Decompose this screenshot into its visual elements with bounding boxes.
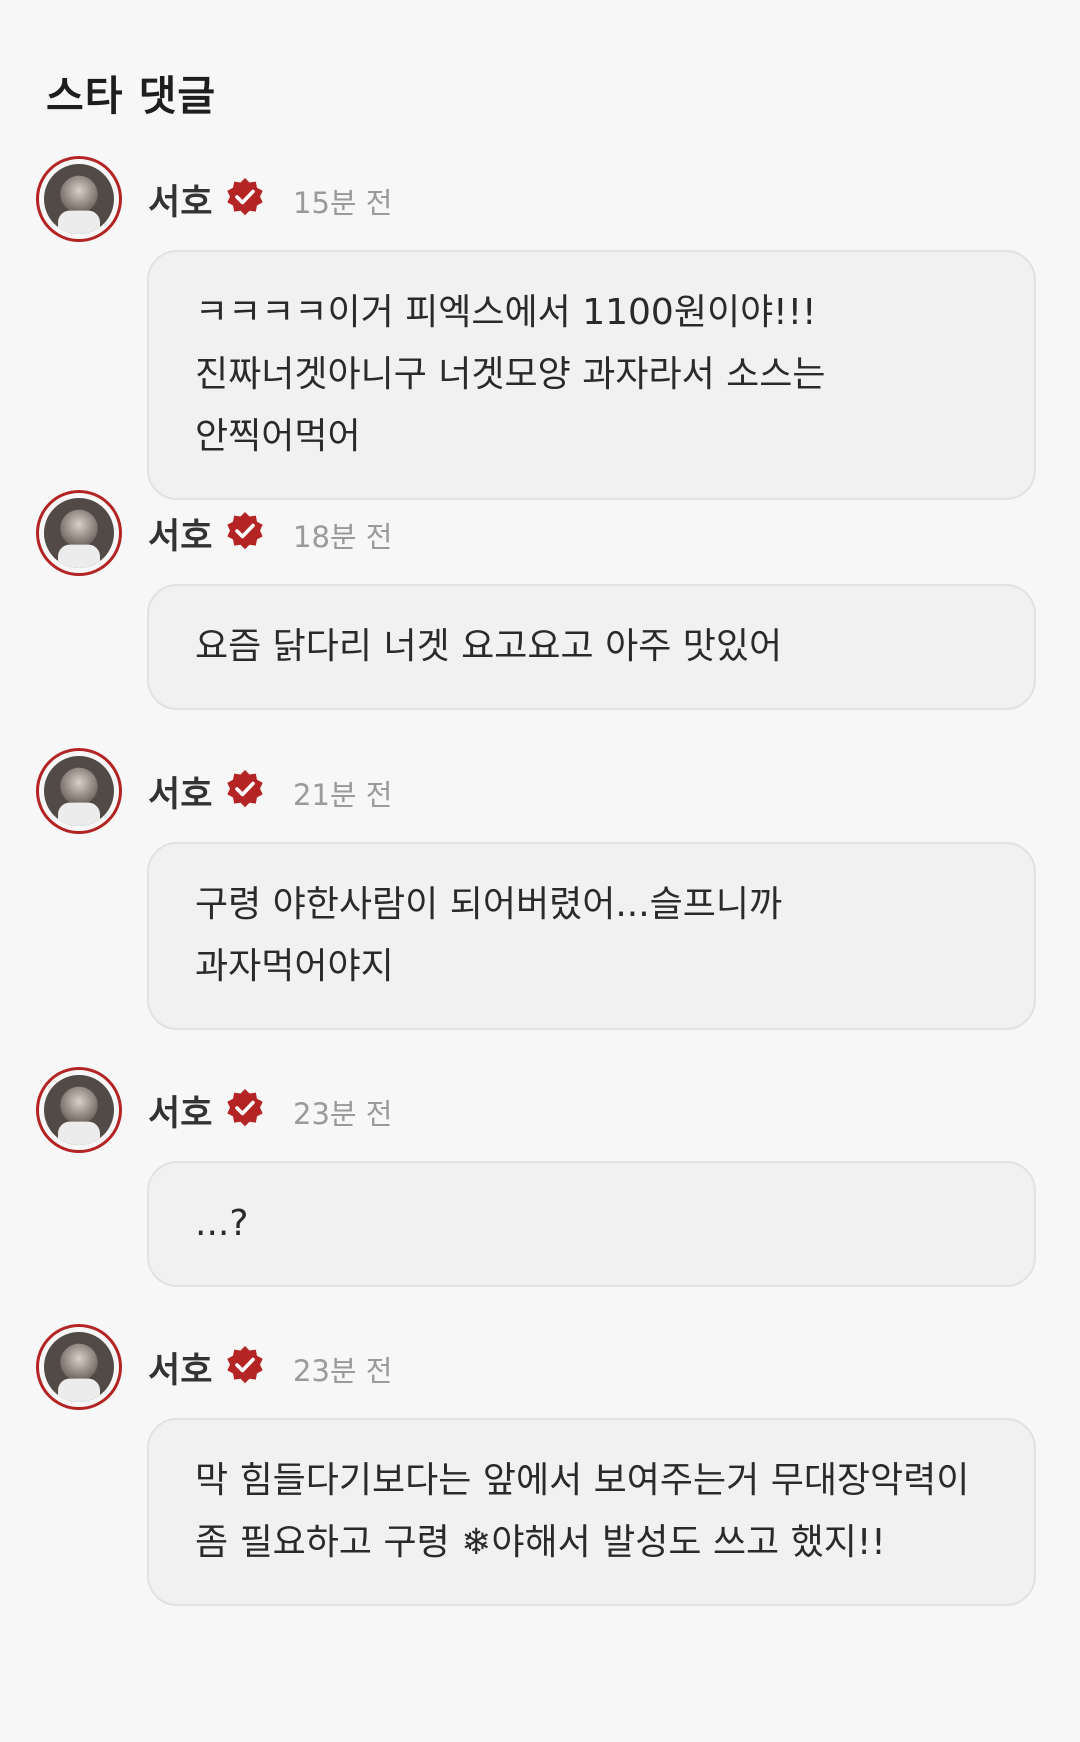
comment-item: 서호 23분 전 막 힘들다기보다는 앞에서 보여주는거 무대장악력이 좀 필요… [36,1324,1036,1606]
comment-item: 서호 15분 전 ㅋㅋㅋㅋ이거 피엑스에서 1100원이야!!! 진짜너겟아니구… [36,156,1036,500]
comment-header: 서호 18분 전 [36,490,1036,576]
author-name[interactable]: 서호 [148,508,212,559]
author-name[interactable]: 서호 [148,1342,212,1393]
verified-badge-icon [224,768,266,810]
comment-header: 서호 23분 전 [36,1324,1036,1410]
comment-bubble: 막 힘들다기보다는 앞에서 보여주는거 무대장악력이 좀 필요하고 구령 ❄야해… [147,1418,1036,1606]
star-comments-page: 스타 댓글 서호 15분 전 ㅋㅋㅋㅋ이거 피엑스에서 1100원이야!!! 진… [0,0,1080,1742]
author-name[interactable]: 서호 [148,766,212,817]
comment-bubble: ...? [147,1161,1036,1287]
avatar-photo [44,1332,114,1402]
author-name[interactable]: 서호 [148,174,212,225]
verified-badge-icon [224,1087,266,1129]
avatar-photo [44,756,114,826]
avatar-photo [44,164,114,234]
comment-bubble: 요즘 닭다리 너겟 요고요고 아주 맛있어 [147,584,1036,710]
avatar[interactable] [36,1067,122,1153]
comment-header: 서호 15분 전 [36,156,1036,242]
avatar[interactable] [36,1324,122,1410]
comment-header: 서호 23분 전 [36,1067,1036,1153]
avatar[interactable] [36,156,122,242]
comment-item: 서호 18분 전 요즘 닭다리 너겟 요고요고 아주 맛있어 [36,490,1036,710]
comment-time: 15분 전 [293,186,393,220]
comment-item: 서호 23분 전 ...? [36,1067,1036,1287]
comment-header: 서호 21분 전 [36,748,1036,834]
author-name[interactable]: 서호 [148,1085,212,1136]
comment-time: 23분 전 [293,1354,393,1388]
avatar-photo [44,498,114,568]
verified-badge-icon [224,1344,266,1386]
avatar-photo [44,1075,114,1145]
comment-item: 서호 21분 전 구령 야한사람이 되어버렸어...슬프니까 과자먹어야지 [36,748,1036,1030]
avatar[interactable] [36,490,122,576]
comment-time: 23분 전 [293,1097,393,1131]
avatar[interactable] [36,748,122,834]
comment-time: 21분 전 [293,778,393,812]
comment-time: 18분 전 [293,520,393,554]
verified-badge-icon [224,176,266,218]
section-title: 스타 댓글 [46,72,217,120]
comment-bubble: 구령 야한사람이 되어버렸어...슬프니까 과자먹어야지 [147,842,1036,1030]
verified-badge-icon [224,510,266,552]
comment-bubble: ㅋㅋㅋㅋ이거 피엑스에서 1100원이야!!! 진짜너겟아니구 너겟모양 과자라… [147,250,1036,500]
